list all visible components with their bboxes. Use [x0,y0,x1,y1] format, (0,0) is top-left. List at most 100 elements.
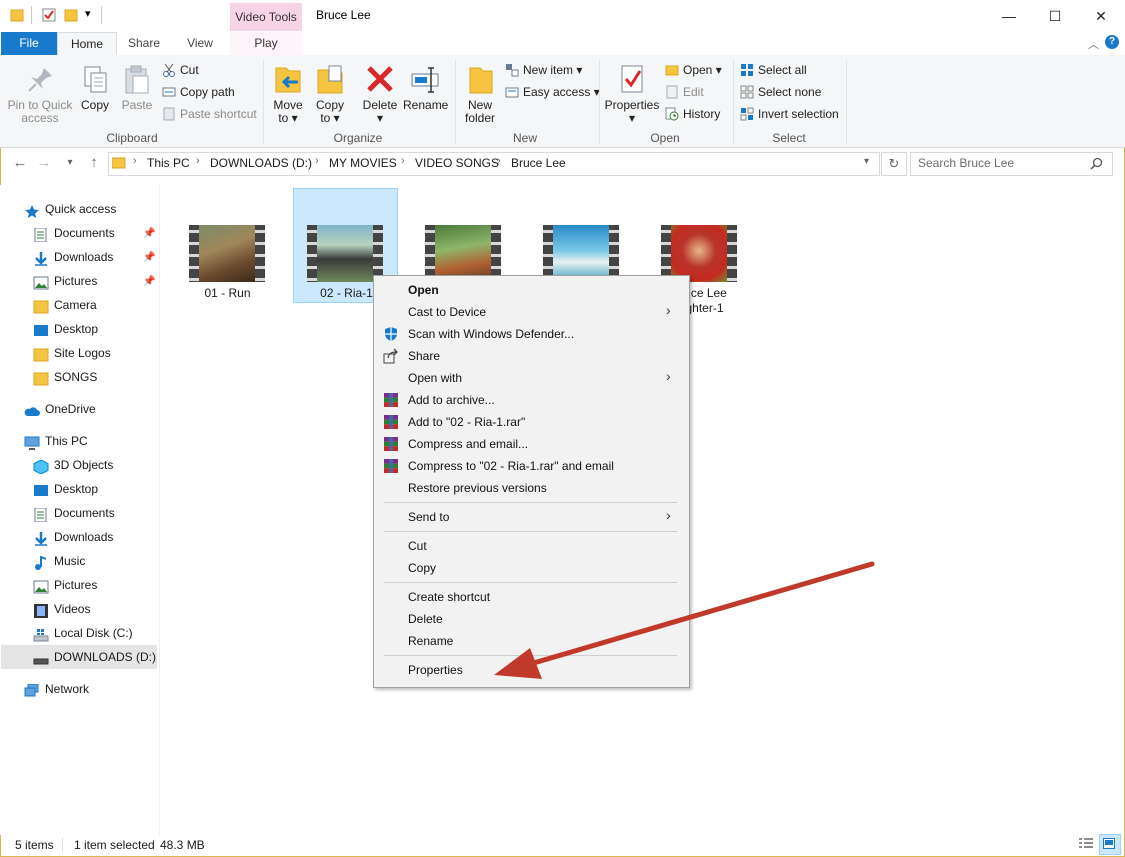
collapse-ribbon-icon[interactable]: ︿ [1088,36,1099,52]
new-folder-button[interactable]: New folder [460,64,500,125]
properties-button[interactable]: Properties ▾ [603,64,661,125]
move-to-button[interactable]: Move to ▾ [270,64,306,125]
menu-item-scan-defender[interactable]: Scan with Windows Defender... [408,323,574,345]
copy-to-button[interactable]: Copy to ▾ [312,64,348,125]
cut-button[interactable]: Cut [162,60,199,80]
nav-qa-downloads[interactable]: Downloads [33,245,113,269]
menu-item-create-shortcut[interactable]: Create shortcut [408,586,490,608]
nav-onedrive[interactable]: OneDrive [24,397,96,421]
menu-item-send-to[interactable]: Send to [408,506,449,528]
nav-this-pc[interactable]: This PC [24,429,88,453]
nav-pc-documents[interactable]: Documents [33,501,115,525]
nav-label: Local Disk (C:) [54,626,133,640]
nav-label: Documents [54,226,115,240]
nav-qa-songs[interactable]: SONGS [33,365,97,389]
nav-quick-access[interactable]: Quick access [24,197,116,221]
paste-label: Paste [121,98,153,112]
easy-access-button[interactable]: Easy access ▾ [505,82,600,102]
winrar-icon [384,459,398,473]
select-none-button[interactable]: Select none [740,82,821,102]
up-button[interactable]: ↑ [84,153,104,173]
qat-dropdown-icon[interactable]: ▾ [85,7,91,20]
nav-pc-local-disk[interactable]: Local Disk (C:) [33,621,133,645]
maximize-button[interactable]: ☐ [1032,0,1078,32]
nav-qa-camera[interactable]: Camera [33,293,97,317]
breadcrumb-separator: › [196,155,200,167]
edit-button[interactable]: Edit [665,82,704,102]
menu-item-cut[interactable]: Cut [408,535,427,557]
paste-button[interactable]: Paste [118,64,156,112]
paste-shortcut-button[interactable]: Paste shortcut [162,104,257,124]
nav-qa-site-logos[interactable]: Site Logos [33,341,111,365]
breadcrumb-video-songs[interactable]: VIDEO SONGS [415,156,499,170]
nav-qa-documents[interactable]: Documents [33,221,115,245]
menu-item-share[interactable]: Share [408,345,440,367]
film-strip [609,225,619,282]
tab-share[interactable]: Share [118,32,170,55]
nav-label: DOWNLOADS (D:) [54,650,156,664]
refresh-icon[interactable]: ↻ [881,152,907,176]
menu-item-rename[interactable]: Rename [408,630,453,652]
open-button[interactable]: Open ▾ [665,60,722,80]
breadcrumb-this-pc[interactable]: This PC [147,156,190,170]
breadcrumb-downloads[interactable]: DOWNLOADS (D:) [210,156,312,170]
tab-file[interactable]: File [1,32,57,55]
menu-item-copy[interactable]: Copy [408,557,436,579]
help-icon[interactable]: ? [1105,35,1119,49]
menu-item-open-with[interactable]: Open with [408,367,462,389]
tab-home[interactable]: Home [57,32,117,56]
rename-button[interactable]: Rename [403,64,448,112]
properties-check-icon[interactable] [42,8,56,22]
invert-selection-button[interactable]: Invert selection [740,104,839,124]
address-dropdown-icon[interactable]: ▾ [864,156,869,167]
nav-pc-videos[interactable]: Videos [33,597,90,621]
nav-label: OneDrive [45,402,96,416]
status-item-count: 5 items [15,838,54,852]
copy-button[interactable]: Copy [78,64,112,112]
nav-qa-desktop[interactable]: Desktop [33,317,98,341]
new-item-button[interactable]: New item ▾ [505,60,582,80]
tab-view[interactable]: View [175,32,225,55]
nav-pc-downloads[interactable]: Downloads [33,525,113,549]
menu-item-open[interactable]: Open [408,279,439,301]
select-all-button[interactable]: Select all [740,60,807,80]
menu-item-compress-email[interactable]: Compress and email... [408,433,528,455]
pin-to-quick-access-button[interactable]: Pin to Quick access [5,64,75,125]
recent-locations-icon[interactable]: ▾ [60,153,80,173]
nav-label: Documents [54,506,115,520]
menu-item-add-to-archive[interactable]: Add to archive... [408,389,495,411]
details-view-icon[interactable] [1078,837,1094,851]
close-button[interactable]: ✕ [1078,0,1124,32]
menu-item-properties[interactable]: Properties [408,659,463,681]
forward-button[interactable]: → [34,153,54,173]
menu-item-restore-previous-versions[interactable]: Restore previous versions [408,477,547,499]
organize-group-label: Organize [333,131,383,145]
tab-play[interactable]: Play [230,32,302,55]
nav-pc-3d-objects[interactable]: 3D Objects [33,453,113,477]
easy-access-icon [505,85,519,99]
delete-button[interactable]: Delete ▾ [361,64,399,125]
minimize-button[interactable]: — [986,0,1032,32]
menu-item-compress-rar-email[interactable]: Compress to "02 - Ria-1.rar" and email [408,455,614,477]
menu-item-add-to-rar[interactable]: Add to "02 - Ria-1.rar" [408,411,525,433]
film-strip [543,225,553,282]
breadcrumb-separator: › [401,155,405,167]
nav-pc-music[interactable]: Music [33,549,85,573]
breadcrumb-my-movies[interactable]: MY MOVIES [329,156,397,170]
windows-drive-icon [33,626,49,642]
copy-path-button[interactable]: Copy path [162,82,235,102]
back-button[interactable]: ← [10,153,30,173]
nav-network[interactable]: Network [24,677,89,701]
nav-pc-pictures[interactable]: Pictures [33,573,97,597]
search-icon[interactable] [1090,157,1103,170]
menu-item-delete[interactable]: Delete [408,608,443,630]
nav-pc-downloads-drive[interactable]: DOWNLOADS (D:) [33,645,156,669]
history-button[interactable]: History [665,104,720,124]
move-label-2: to ▾ [278,111,298,125]
nav-pc-desktop[interactable]: Desktop [33,477,98,501]
new-folder-icon[interactable] [64,8,78,22]
nav-qa-pictures[interactable]: Pictures [33,269,97,293]
breadcrumb-bruce-lee[interactable]: Bruce Lee [511,156,566,170]
file-item-01-run[interactable]: 01 - Run [175,188,280,303]
menu-item-cast-to-device[interactable]: Cast to Device [408,301,486,323]
